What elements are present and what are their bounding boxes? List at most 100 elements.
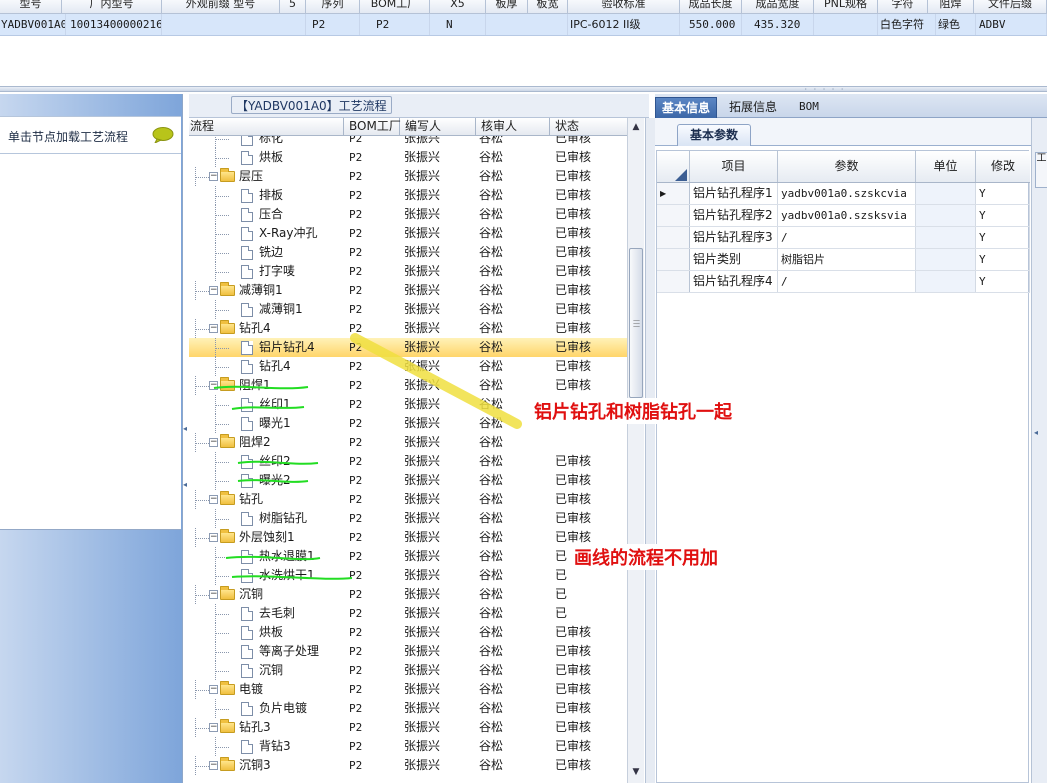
param-value-cell[interactable]: yadbv001a0.szskcvia <box>778 183 916 204</box>
tree-node[interactable]: 树脂钻孔 <box>241 509 307 528</box>
column-header[interactable]: 板宽 <box>528 0 568 13</box>
param-edit-cell[interactable]: Y <box>976 205 1030 226</box>
side-tab[interactable]: 工 <box>1035 152 1047 188</box>
param-unit-cell[interactable] <box>916 227 976 248</box>
param-item-cell[interactable]: 铝片钻孔程序3 <box>690 227 778 248</box>
process-tree-grid[interactable]: 标化 P2 张振兴 谷松 已审核 烘板 P2 张振兴 谷松 已审核 − 层压 P2 张振兴 谷松 已审核 排板 P… <box>189 136 627 783</box>
column-header[interactable]: 型号 <box>0 0 62 13</box>
column-header[interactable]: 文件后缀 <box>974 0 1047 13</box>
tree-node[interactable]: 铝片钻孔4 <box>241 338 315 357</box>
top-grid-row[interactable]: YADBV001A0 10013400000216 P2 P2 N IPC-60… <box>0 14 1047 36</box>
tree-node[interactable]: 水洗烘干1 <box>241 566 315 585</box>
standard-cell[interactable]: IPC-6012 II级 <box>568 14 680 35</box>
column-header[interactable]: 序列 <box>306 0 360 13</box>
tree-step-row[interactable]: 铣边 P2 张振兴 谷松 已审核 <box>189 243 627 262</box>
column-header[interactable]: X5 <box>430 0 486 13</box>
tab-basic-params[interactable]: 基本参数 <box>677 124 752 146</box>
tree-step-row[interactable]: 背钻3 P2 张振兴 谷松 已审核 <box>189 737 627 756</box>
tab-basic-info[interactable]: 基本信息 <box>655 97 718 118</box>
tree-node[interactable]: 标化 <box>241 136 283 148</box>
param-unit-cell[interactable] <box>916 271 976 292</box>
column-header-reviewer[interactable]: 核审人 <box>476 118 550 135</box>
tab-bom[interactable]: BOM <box>793 97 825 118</box>
param-item-cell[interactable]: 铝片钻孔程序2 <box>690 205 778 226</box>
scroll-thumb[interactable]: — — — <box>629 248 643 398</box>
vertical-splitter[interactable] <box>645 118 655 783</box>
tree-step-row[interactable]: 打字唛 P2 张振兴 谷松 已审核 <box>189 262 627 281</box>
column-header[interactable]: 外观前缀 型号 <box>162 0 280 13</box>
tree-node[interactable]: 负片电镀 <box>241 699 307 718</box>
tree-node[interactable]: 曝光2 <box>241 471 291 490</box>
length-cell[interactable]: 550.000 <box>680 14 742 35</box>
param-item-cell[interactable]: 铝片钻孔程序4 <box>690 271 778 292</box>
tree-group-row[interactable]: − 沉铜3 P2 张振兴 谷松 已审核 <box>189 756 627 775</box>
param-value-cell[interactable]: yadbv001a0.szsksvia <box>778 205 916 226</box>
expand-arrow-icon[interactable]: ◂ <box>1034 428 1038 437</box>
tree-node[interactable]: − 阻焊2 <box>209 433 271 452</box>
tree-node[interactable]: 铣边 <box>241 243 283 262</box>
tree-node[interactable]: X-Ray冲孔 <box>241 224 317 243</box>
collapse-toggle-icon[interactable]: − <box>209 495 218 504</box>
bom-factory-cell[interactable]: P2 <box>306 14 360 35</box>
tree-step-row[interactable]: 铝片钻孔4 P2 张振兴 谷松 已审核 <box>189 338 627 357</box>
column-header[interactable]: 成品长度 <box>680 0 742 13</box>
collapse-toggle-icon[interactable]: − <box>209 723 218 732</box>
column-header-unit[interactable]: 单位 <box>916 151 976 182</box>
mask-color-cell[interactable]: 绿色 <box>936 14 976 35</box>
tree-step-row[interactable]: 烘板 P2 张振兴 谷松 已审核 <box>189 148 627 167</box>
column-header[interactable]: 验收标准 <box>568 0 680 13</box>
column-header[interactable]: PNL规格 <box>814 0 878 13</box>
left-tree-area[interactable] <box>0 154 181 530</box>
tree-node[interactable]: 背钻3 <box>241 737 291 756</box>
tree-node[interactable]: 曝光1 <box>241 414 291 433</box>
model-cell[interactable]: YADBV001A0 <box>0 14 66 35</box>
process-scrollbar[interactable]: ▲ — — — ▼ <box>627 118 644 783</box>
tree-step-row[interactable]: 减薄铜1 P2 张振兴 谷松 已审核 <box>189 300 627 319</box>
collapse-toggle-icon[interactable]: − <box>209 381 218 390</box>
param-edit-cell[interactable]: Y <box>976 227 1030 248</box>
tree-step-row[interactable]: 热水退膜1 P2 张振兴 谷松 已 <box>189 547 627 566</box>
tree-node[interactable]: 丝印2 <box>241 452 291 471</box>
horizontal-splitter[interactable]: · · · · · <box>0 86 1047 94</box>
tree-group-row[interactable]: − 钻孔4 P2 张振兴 谷松 已审核 <box>189 319 627 338</box>
tree-node[interactable]: − 钻孔 <box>209 490 263 509</box>
tree-group-row[interactable]: − 阻焊2 P2 张振兴 谷松 <box>189 433 627 452</box>
collapse-toggle-icon[interactable]: − <box>209 324 218 333</box>
scroll-up-icon[interactable]: ▲ <box>629 119 643 135</box>
tree-step-row[interactable]: 排板 P2 张振兴 谷松 已审核 <box>189 186 627 205</box>
tree-node[interactable]: 排板 <box>241 186 283 205</box>
tree-node[interactable]: 压合 <box>241 205 283 224</box>
tree-step-row[interactable]: 标化 P2 张振兴 谷松 已审核 <box>189 136 627 148</box>
column-header-process[interactable]: 流程 <box>189 118 344 135</box>
param-row[interactable]: 铝片钻孔程序4/ Y <box>657 271 1030 293</box>
tree-step-row[interactable]: 去毛刺 P2 张振兴 谷松 已 <box>189 604 627 623</box>
empty-cell[interactable] <box>162 14 306 35</box>
tree-group-row[interactable]: − 钻孔3 P2 张振兴 谷松 已审核 <box>189 718 627 737</box>
tree-node[interactable]: − 沉铜 <box>209 585 263 604</box>
param-item-cell[interactable]: 铝片钻孔程序1 <box>690 183 778 204</box>
tree-step-row[interactable]: 钻孔4 P2 张振兴 谷松 已审核 <box>189 357 627 376</box>
tree-group-row[interactable]: − 外层蚀刻1 P2 张振兴 谷松 已审核 <box>189 528 627 547</box>
tree-step-row[interactable]: 沉铜 P2 张振兴 谷松 已审核 <box>189 661 627 680</box>
column-header-item[interactable]: 项目 <box>690 151 778 182</box>
char-color-cell[interactable]: 白色字符 <box>878 14 936 35</box>
column-header[interactable]: 阻焊 <box>928 0 974 13</box>
param-edit-cell[interactable]: Y <box>976 183 1030 204</box>
empty-cell[interactable] <box>486 14 568 35</box>
tree-step-row[interactable]: 水洗烘干1 P2 张振兴 谷松 已 <box>189 566 627 585</box>
splitter-grip[interactable]: · · · · · <box>800 86 850 94</box>
param-unit-cell[interactable] <box>916 205 976 226</box>
tree-node[interactable]: 钻孔4 <box>241 357 291 376</box>
param-row[interactable]: 铝片钻孔程序3/ Y <box>657 227 1030 249</box>
param-value-cell[interactable]: / <box>778 271 916 292</box>
tree-node[interactable]: 丝印1 <box>241 395 291 414</box>
param-edit-cell[interactable]: Y <box>976 249 1030 270</box>
tree-node[interactable]: − 钻孔4 <box>209 319 271 338</box>
tree-group-row[interactable]: − 钻孔 P2 张振兴 谷松 已审核 <box>189 490 627 509</box>
collapse-left-arrow-icon[interactable]: ◂ <box>183 424 188 434</box>
tab-extended-info[interactable]: 拓展信息 <box>723 97 783 118</box>
tree-node[interactable]: − 沉铜3 <box>209 756 271 775</box>
tree-group-row[interactable]: − 阻焊1 P2 张振兴 谷松 已审核 <box>189 376 627 395</box>
column-header[interactable]: 板厚 <box>486 0 528 13</box>
tree-node[interactable]: 烘板 <box>241 623 283 642</box>
